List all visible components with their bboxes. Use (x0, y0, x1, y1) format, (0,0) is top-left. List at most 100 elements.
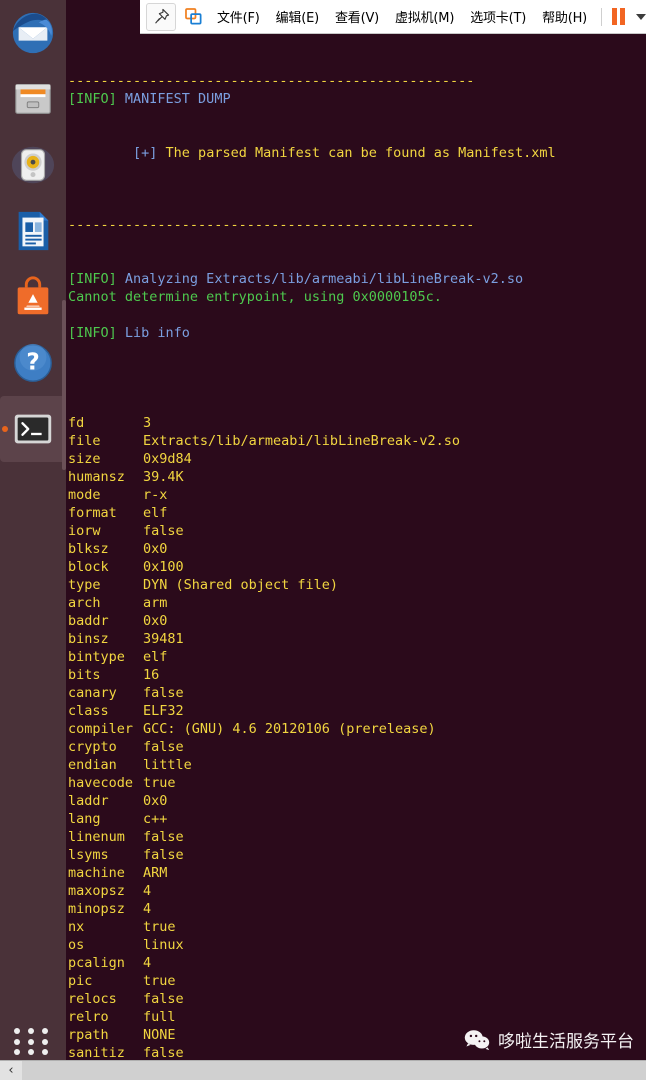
lib-info-key: bintype (68, 649, 125, 665)
lib-info-value: true (143, 775, 176, 791)
dock-item-thunderbird[interactable] (0, 0, 66, 66)
lib-info-row: lang c++ (68, 810, 646, 828)
log-tag: [INFO] (68, 325, 117, 341)
lib-info-key: lsyms (68, 847, 109, 863)
lib-info-row: canary false (68, 684, 646, 702)
lib-info-row: endian little (68, 756, 646, 774)
toolbar-separator (601, 7, 603, 26)
help-question-icon: ? (14, 343, 52, 382)
menu-file[interactable]: 文件(F) (210, 3, 267, 30)
lib-info-row: pic true (68, 972, 646, 990)
dock-item-libreoffice-writer[interactable] (0, 198, 66, 264)
watermark-text: 哆啦生活服务平台 (498, 1032, 634, 1052)
grid-dot (28, 1028, 34, 1034)
lib-info-key: iorw (68, 523, 101, 539)
separator-line: ----------------------------------------… (68, 72, 646, 90)
log-text: The parsed Manifest can be found as Mani… (157, 145, 556, 161)
log-text: Analyzing Extracts/lib/armeabi/libLineBr… (116, 271, 524, 287)
ubuntu-software-bag-icon (17, 276, 49, 315)
terminal-icon (14, 414, 52, 444)
separator-text: ----------------------------------------… (68, 217, 475, 233)
lib-info-key: havecode (68, 775, 134, 791)
dock-item-files[interactable] (0, 66, 66, 132)
lib-info-row: crypto false (68, 738, 646, 756)
lib-info-row: lsyms false (68, 846, 646, 864)
lib-info-value: 0x0 (143, 793, 168, 809)
lib-info-value: 16 (143, 667, 160, 683)
terminal-output: ----------------------------------------… (68, 36, 646, 1060)
lib-info-key: baddr (68, 613, 109, 629)
show-applications-button[interactable] (0, 1020, 66, 1064)
lib-info-value: true (143, 919, 176, 935)
lib-info-value: 3 (143, 415, 152, 431)
lib-info-key: relocs (68, 991, 117, 1007)
menu-view[interactable]: 查看(V) (328, 3, 386, 30)
chevron-down-icon[interactable] (636, 13, 646, 20)
lib-info-row: compiler GCC: (GNU) 4.6 20120106 (prerele… (68, 720, 646, 738)
lib-info-key: arch (68, 595, 101, 611)
lib-info-row: binsz 39481 (68, 630, 646, 648)
lib-info-value: 39.4K (143, 469, 184, 485)
lib-info-key: block (68, 559, 109, 575)
menu-vm[interactable]: 虚拟机(M) (388, 3, 461, 30)
dock-item-ubuntu-software[interactable] (0, 264, 66, 330)
lib-info-row: file Extracts/lib/armeabi/libLineBreak-v2… (68, 432, 646, 450)
lib-info-key: laddr (68, 793, 109, 809)
log-line: [INFO] Analyzing Extracts/lib/armeabi/li… (68, 270, 646, 288)
log-text: Cannot determine entrypoint, using 0x000… (68, 289, 442, 305)
lib-info-key: bits (68, 667, 101, 683)
lib-info-key: class (68, 703, 109, 719)
lib-info-value: false (143, 523, 184, 539)
lib-info-row: size 0x9d84 (68, 450, 646, 468)
log-line: [INFO] Lib info (68, 324, 646, 342)
lib-info-row: bits 16 (68, 666, 646, 684)
lib-info-key: format (68, 505, 117, 521)
lib-info-row: relro full (68, 1008, 646, 1026)
lib-info-key: os (68, 937, 85, 953)
menu-help[interactable]: 帮助(H) (535, 3, 594, 30)
rhythmbox-speaker-icon (11, 146, 55, 184)
lib-info-row: havecode true (68, 774, 646, 792)
menu-tabs[interactable]: 选项卡(T) (463, 3, 533, 30)
terminal-window[interactable]: ----------------------------------------… (66, 34, 646, 1060)
lib-info-key: linenum (68, 829, 125, 845)
lib-info-value: full (143, 1009, 176, 1025)
screen: ? 文件(F) 编辑(E) 查看(V) 虚拟机(M) 选项卡(T) 帮助(H) … (0, 0, 646, 1080)
lib-info-row: minopsz 4 (68, 900, 646, 918)
lib-info-row: bintype elf (68, 648, 646, 666)
lib-info-row: machine ARM (68, 864, 646, 882)
vmware-logo-button[interactable] (178, 3, 208, 31)
menu-edit[interactable]: 编辑(E) (269, 3, 326, 30)
pause-vm-button[interactable] (609, 8, 628, 25)
dock-item-rhythmbox[interactable] (0, 132, 66, 198)
collapse-chevron-button[interactable]: ‹ (0, 1060, 22, 1080)
lib-info-row: type DYN (Shared object file) (68, 576, 646, 594)
pin-button[interactable] (146, 2, 176, 31)
grid-dot (14, 1038, 20, 1045)
dock-item-terminal[interactable] (0, 396, 66, 462)
lib-info-key: compiler (68, 721, 134, 737)
lib-info-value: elf (143, 505, 168, 521)
libreoffice-writer-icon (18, 211, 49, 251)
lib-info-key: fd (68, 415, 85, 431)
lib-info-key: maxopsz (68, 883, 125, 899)
vmware-toolbar: 文件(F) 编辑(E) 查看(V) 虚拟机(M) 选项卡(T) 帮助(H) (140, 0, 646, 34)
lib-info-value: little (143, 757, 192, 773)
lib-info-key: lang (68, 811, 101, 827)
dock-item-help[interactable]: ? (0, 330, 66, 396)
grid-dot (42, 1028, 48, 1034)
dock-scrollbar[interactable] (62, 300, 66, 470)
pause-bar-left (612, 8, 618, 25)
lib-info-value: true (143, 973, 176, 989)
pin-icon (154, 8, 169, 24)
lib-info-key: minopsz (68, 901, 125, 917)
lib-info-value: r-x (143, 487, 168, 503)
lib-info-key: sanitiz (68, 1045, 125, 1060)
files-cabinet-icon (15, 84, 51, 114)
lib-info-key: binsz (68, 631, 109, 647)
lib-info-value: 4 (143, 901, 152, 917)
